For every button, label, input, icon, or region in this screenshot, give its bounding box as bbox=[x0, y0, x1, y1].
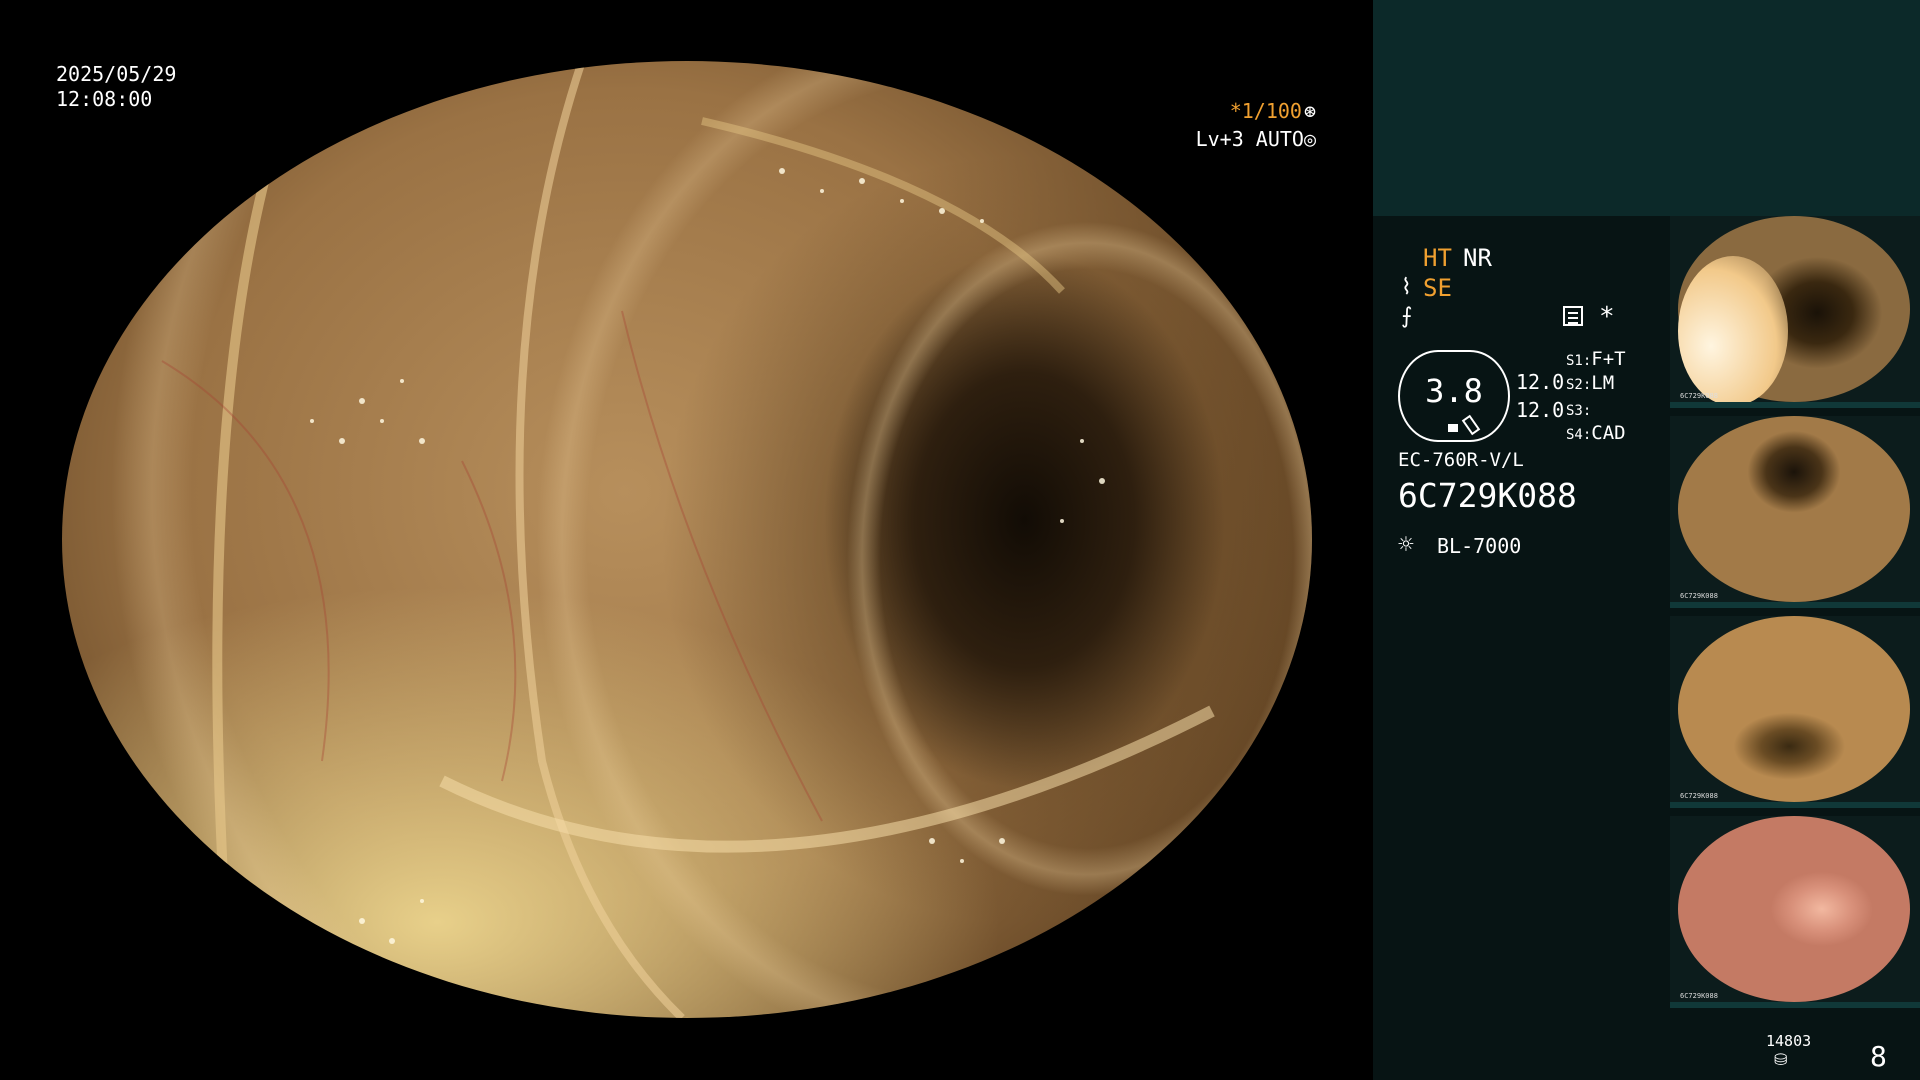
aperture-icon: ⊛ bbox=[1303, 99, 1316, 123]
thumbnail-meta: 6C729K088 bbox=[1680, 392, 1718, 400]
gauge-value: 3.8 bbox=[1425, 372, 1483, 410]
structure-enhance-icon: ⌇ bbox=[1401, 275, 1412, 300]
thumbnail-image bbox=[1678, 416, 1910, 602]
exam-time: 12:08:00 bbox=[56, 87, 153, 111]
scope-tip-icon bbox=[1461, 414, 1481, 436]
thumbnail-image bbox=[1678, 816, 1910, 1002]
gauge-indicator-icon bbox=[1448, 424, 1458, 432]
thumbnail-image bbox=[1678, 616, 1910, 802]
function-icon: ⨍ bbox=[1401, 304, 1413, 329]
mode-nr: NR bbox=[1463, 244, 1492, 272]
thumbnail-strip bbox=[1670, 802, 1920, 808]
asterisk-icon: * bbox=[1599, 302, 1615, 332]
mucosa-folds bbox=[161, 61, 1215, 1018]
storage-icon: ⛁ bbox=[1774, 1050, 1788, 1069]
mode-ht: HT bbox=[1423, 244, 1452, 272]
value-2: 12.0 bbox=[1516, 398, 1565, 422]
level-value: Lv+3 AUTO bbox=[1195, 127, 1304, 151]
scope-serial: 6C729K088 bbox=[1398, 476, 1577, 515]
shutter-value: *1/100 bbox=[1229, 99, 1302, 123]
setting-value: CAD bbox=[1591, 422, 1626, 444]
thumbnail-strip bbox=[1670, 402, 1920, 408]
captured-thumbnail[interactable]: 6C729K088 bbox=[1670, 216, 1920, 408]
setting-s2: S2:LM bbox=[1566, 372, 1614, 394]
captured-thumbnail[interactable]: 6C729K088 bbox=[1670, 416, 1920, 608]
light-source-icon: ☼ bbox=[1398, 530, 1414, 560]
setting-value: LM bbox=[1591, 372, 1615, 394]
page-number: 8 bbox=[1870, 1040, 1887, 1073]
thumbnail-meta: 6C729K088 bbox=[1680, 992, 1718, 1000]
light-source-model: BL-7000 bbox=[1437, 534, 1522, 558]
thumbnail-meta: 6C729K088 bbox=[1680, 592, 1718, 600]
image-counter: 14803 bbox=[1766, 1032, 1812, 1050]
scope-model: EC-760R-V/L bbox=[1398, 449, 1524, 471]
panel-header-area bbox=[1373, 0, 1920, 216]
thumbnail-meta: 6C729K088 bbox=[1680, 792, 1718, 800]
info-panel: HT NR ⌇ SE ⨍ * 3.8 12.0 12.0 S1:F+T S2:L… bbox=[1373, 0, 1920, 1080]
value-1: 12.0 bbox=[1516, 370, 1565, 394]
brightness-level: Lv+3 AUTO◎ bbox=[1196, 127, 1316, 151]
setting-s4: S4:CAD bbox=[1566, 422, 1626, 444]
auto-iris-icon: ◎ bbox=[1303, 127, 1316, 151]
setting-key: S4: bbox=[1566, 427, 1592, 443]
shutter-speed: *1/100 ⊛ bbox=[1230, 99, 1316, 123]
thumbnail-image bbox=[1678, 216, 1910, 406]
setting-key: S2: bbox=[1566, 377, 1592, 393]
setting-value: F+T bbox=[1591, 348, 1626, 370]
exam-date: 2025/05/29 bbox=[56, 62, 177, 86]
zoom-gauge: 3.8 bbox=[1398, 350, 1510, 442]
mode-se: SE bbox=[1423, 274, 1452, 302]
endoscope-live-image bbox=[62, 61, 1312, 1018]
setting-key: S3: bbox=[1566, 403, 1592, 419]
thumbnail-strip bbox=[1670, 1002, 1920, 1008]
captured-thumbnail[interactable]: 6C729K088 bbox=[1670, 816, 1920, 1008]
captured-thumbnail[interactable]: 6C729K088 bbox=[1670, 616, 1920, 808]
setting-key: S1: bbox=[1566, 353, 1592, 369]
setting-s1: S1:F+T bbox=[1566, 348, 1626, 370]
menu-icon bbox=[1563, 306, 1583, 326]
setting-s3: S3: bbox=[1566, 398, 1591, 420]
thumbnail-strip bbox=[1670, 602, 1920, 608]
